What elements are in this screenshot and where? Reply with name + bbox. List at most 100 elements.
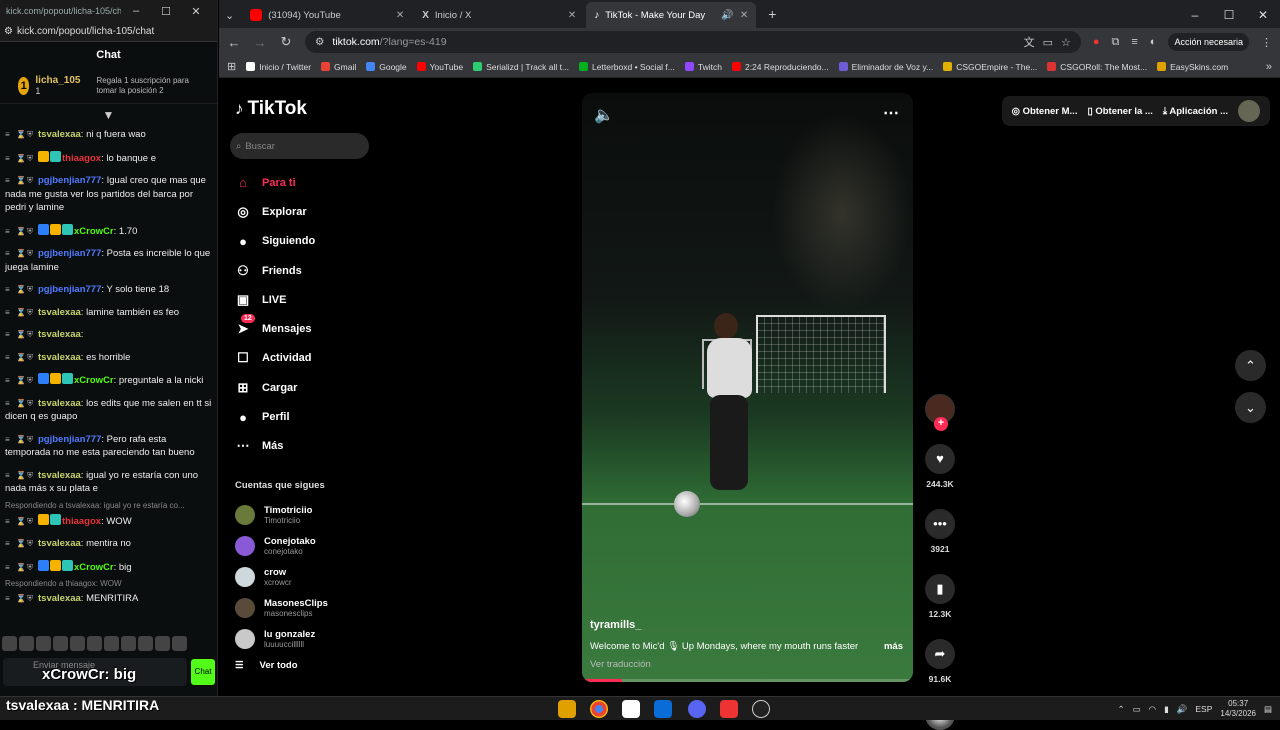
audio-playing-icon[interactable]: 🔊 — [721, 10, 733, 21]
record-app-icon[interactable] — [720, 700, 738, 718]
bookmark-item[interactable]: CSGORoll: The Most... — [1047, 62, 1147, 72]
search-input[interactable]: ⌕ Buscar — [230, 133, 369, 159]
site-settings-icon[interactable]: ⚙ — [4, 26, 13, 37]
nav-item-more[interactable]: ⋯ Más — [233, 432, 373, 461]
app-window-icon[interactable] — [654, 700, 672, 718]
nav-item-friends[interactable]: ⚇ Friends — [233, 256, 373, 285]
volume-icon[interactable]: 🔈 — [594, 105, 614, 125]
following-item[interactable]: crow xcrowcr — [235, 562, 375, 593]
comment-action[interactable]: ••• 3921 — [923, 509, 957, 554]
obs-icon[interactable] — [752, 700, 770, 718]
profile-avatar-icon[interactable]: ◐ — [1150, 36, 1157, 48]
close-tab-icon[interactable]: ✕ — [568, 10, 576, 21]
chat-message[interactable]: ≡ ⌛⛨ tsvalexaa: MENRITIRA — [5, 592, 213, 606]
bookmark-star-icon[interactable]: ☆ — [1061, 36, 1071, 49]
translate-icon[interactable]: 文 — [1024, 34, 1035, 50]
wifi-icon[interactable]: ◠ — [1149, 704, 1156, 715]
chat-username[interactable]: pgjbenjian777 — [38, 248, 101, 259]
tray-expand-icon[interactable]: ⌃ — [1118, 704, 1125, 715]
notification-icon[interactable]: ▤ — [1264, 704, 1272, 715]
chat-message[interactable]: ≡ ⌛⛨ pgjbenjian777: Y solo tiene 18 — [5, 283, 213, 297]
chat-username[interactable]: tsvalexaa — [38, 398, 81, 409]
gift-prompt[interactable]: Regala 1 suscripción para tomar la posic… — [96, 76, 199, 96]
like-action[interactable]: ♥ 244.3K — [923, 444, 957, 489]
following-item[interactable]: MasonesClips masonesclips — [235, 592, 375, 623]
comment-icon[interactable]: ••• — [925, 509, 955, 539]
video-author[interactable]: tyramills_ — [590, 619, 641, 631]
chat-message[interactable]: ≡ ⌛⛨ tsvalexaa: mentira no — [5, 537, 213, 551]
bookmark-item[interactable]: Letterboxd • Social f... — [579, 62, 675, 72]
extensions-puzzle-icon[interactable]: ⧉ — [1112, 36, 1120, 49]
chat-message[interactable]: ≡ ⌛⛨ xCrowCr: 1.70 — [5, 223, 213, 239]
chat-username[interactable]: xCrowCr — [74, 226, 114, 237]
close-icon[interactable]: ✕ — [181, 5, 211, 18]
emote-icon[interactable] — [87, 636, 102, 651]
close-icon[interactable]: ✕ — [1246, 8, 1280, 22]
creator-avatar[interactable]: + — [925, 394, 955, 431]
pinned-toggle-icon[interactable]: ▼ — [0, 104, 217, 126]
popup-urlbar[interactable]: ⚙ kick.com/popout/licha-105/chat — [0, 22, 217, 42]
nav-item-messages[interactable]: ➤ 12 Mensajes — [233, 314, 373, 343]
chat-message[interactable]: ≡ ⌛⛨ pgjbenjian777: Posta es increible lo … — [5, 247, 213, 274]
speaker-icon[interactable]: 🔊 — [1177, 704, 1188, 715]
action-needed-button[interactable]: Acción necesaria — [1168, 33, 1249, 51]
get-coins-button[interactable]: ◎ Obtener M... — [1012, 106, 1078, 117]
chat-username[interactable]: xCrowCr — [74, 562, 114, 573]
bookmark-item[interactable]: Eliminador de Voz y... — [838, 62, 933, 72]
chat-message[interactable]: ≡ ⌛⛨ thiaagox: WOW — [5, 513, 213, 529]
emote-icon[interactable] — [104, 636, 119, 651]
chat-message[interactable]: ≡ ⌛⛨ xCrowCr: preguntale a la nicki — [5, 373, 213, 388]
language-indicator[interactable]: ESP — [1195, 704, 1212, 714]
mic-icon[interactable]: ▮ — [1164, 704, 1169, 715]
chat-username[interactable]: pgjbenjian777 — [38, 284, 101, 295]
nav-item-live[interactable]: ▣ LIVE — [233, 285, 373, 314]
user-avatar[interactable] — [1238, 100, 1260, 122]
get-app-button[interactable]: ▯ Obtener la ... — [1087, 106, 1152, 117]
maximize-icon[interactable]: ☐ — [151, 5, 181, 18]
scroll-down-button[interactable]: ⌄ — [1235, 392, 1266, 423]
chat-message[interactable]: ≡ ⌛⛨ tsvalexaa: los edits que me salen en … — [5, 397, 213, 424]
nav-item-activity[interactable]: ☐ Actividad — [233, 344, 373, 373]
see-all-link[interactable]: ☰ Ver todo — [235, 660, 298, 671]
chat-message[interactable]: ≡ ⌛⛨ pgjbenjian777: Pero rafa esta tempora… — [5, 433, 213, 460]
following-item[interactable]: lu gonzalez luuuuccillllll — [235, 623, 375, 654]
emote-icon[interactable] — [70, 636, 85, 651]
forward-button[interactable]: → — [253, 35, 267, 50]
following-item[interactable]: Conejotako conejotako — [235, 531, 375, 562]
following-item[interactable]: Timotriciio Timotriciio — [235, 500, 375, 531]
chat-username[interactable]: xCrowCr — [74, 375, 114, 386]
tab-tiktok[interactable]: ♪ TikTok - Make Your Day 🔊 ✕ — [586, 2, 757, 28]
minimize-icon[interactable]: – — [1178, 8, 1212, 22]
video-progress[interactable] — [582, 679, 913, 682]
send-button[interactable]: Chat — [191, 659, 215, 685]
save-action[interactable]: ▮ 12.3K — [923, 574, 957, 619]
tiktok-logo[interactable]: ♪ TikTok — [235, 98, 307, 120]
nav-item-compass[interactable]: ◎ Explorar — [233, 197, 373, 226]
clock[interactable]: 05:37 14/3/2026 — [1220, 699, 1256, 719]
chat-username[interactable]: tsvalexaa — [38, 352, 81, 363]
tab-search-icon[interactable]: ⌄ — [225, 9, 240, 28]
share-action[interactable]: ➦ 91.6K — [923, 639, 957, 684]
tab-x[interactable]: X Inicio / X ✕ — [414, 2, 584, 28]
close-tab-icon[interactable]: ✕ — [396, 10, 404, 21]
nav-item-following-avatar[interactable]: ● Siguiendo — [233, 227, 373, 256]
emote-icon[interactable] — [155, 636, 170, 651]
translate-link[interactable]: Ver traducción — [590, 659, 651, 670]
file-explorer-icon[interactable] — [558, 700, 576, 718]
site-info-icon[interactable]: ⚙ — [315, 36, 324, 48]
bookmark-item[interactable]: EasySkins.com — [1157, 62, 1228, 72]
bookmark-item[interactable]: Twitch — [684, 62, 722, 72]
chat-message[interactable]: ≡ ⌛⛨ tsvalexaa: es horrible — [5, 351, 213, 365]
follow-plus-icon[interactable]: + — [934, 417, 948, 431]
close-tab-icon[interactable]: ✕ — [740, 10, 748, 21]
bookmark-item[interactable]: YouTube — [416, 62, 463, 72]
video-player[interactable]: 🔈 ⋯ tyramills_ Welcome to Mic'd 🎙 Up Mon… — [582, 93, 913, 682]
nav-item-home[interactable]: ⌂ Para ti — [233, 168, 373, 197]
notepad-icon[interactable] — [622, 700, 640, 718]
extension-icon[interactable]: ● — [1093, 36, 1100, 48]
chat-message[interactable]: ≡ ⌛⛨ pgjbenjian777: Igual creo que mas que… — [5, 174, 213, 215]
emote-icon[interactable] — [2, 636, 17, 651]
bookmark-item[interactable]: Serializd | Track all t... — [473, 62, 569, 72]
emote-icon[interactable] — [19, 636, 34, 651]
chat-message[interactable]: ≡ ⌛⛨ tsvalexaa: — [5, 328, 213, 342]
